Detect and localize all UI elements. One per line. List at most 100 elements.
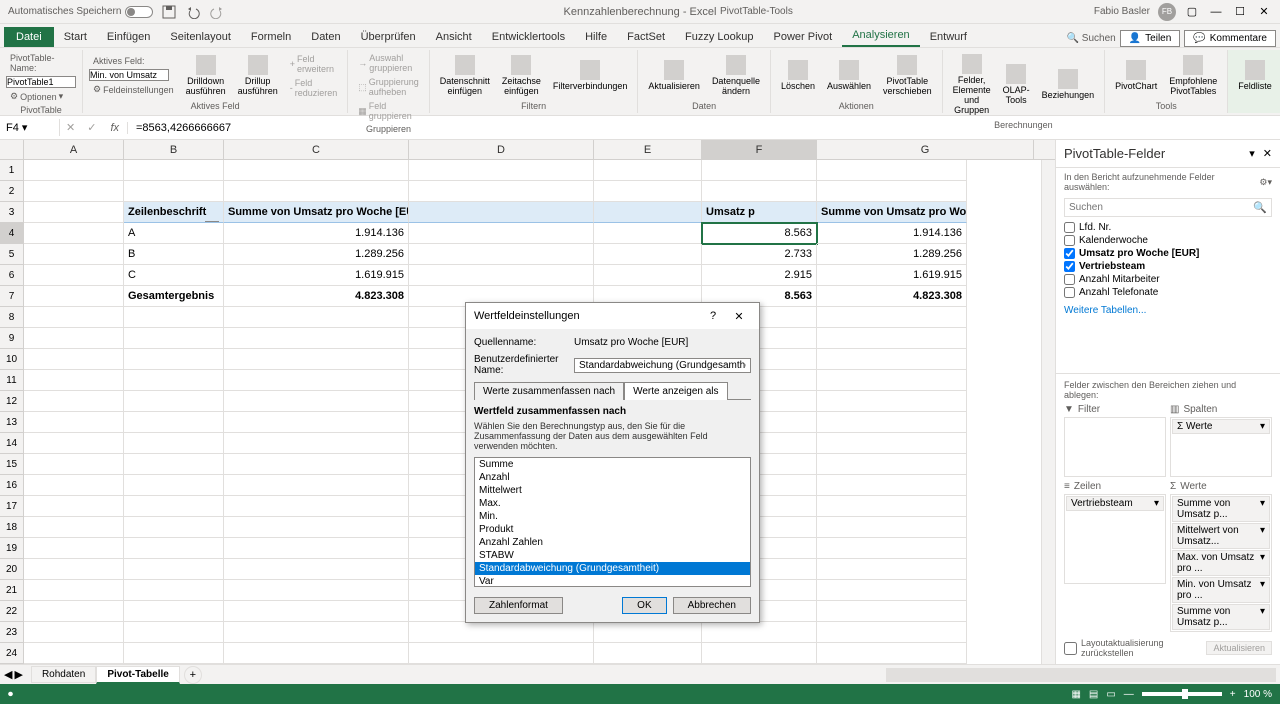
- cell[interactable]: [224, 349, 409, 370]
- cell[interactable]: [24, 559, 124, 580]
- fx-button[interactable]: fx: [102, 122, 128, 134]
- cell[interactable]: [817, 538, 967, 559]
- cell[interactable]: [409, 223, 594, 244]
- row-header[interactable]: 21: [0, 580, 24, 601]
- calculation-option[interactable]: Anzahl: [475, 471, 750, 484]
- values-area-item[interactable]: Mittelwert von Umsatz...▾: [1172, 523, 1270, 549]
- row-header[interactable]: 22: [0, 601, 24, 622]
- filter-connections-button[interactable]: Filterverbindungen: [549, 52, 632, 99]
- clear-button[interactable]: Löschen: [777, 52, 819, 99]
- cell[interactable]: [594, 622, 702, 643]
- cell[interactable]: [124, 496, 224, 517]
- tab-view[interactable]: Ansicht: [426, 27, 482, 47]
- cell[interactable]: [124, 370, 224, 391]
- group-selection-button[interactable]: → Auswahl gruppieren: [354, 52, 423, 74]
- calculation-option[interactable]: STABW: [475, 549, 750, 562]
- col-header-a[interactable]: A: [24, 140, 124, 159]
- cell[interactable]: [224, 601, 409, 622]
- cell[interactable]: [702, 643, 817, 664]
- field-item[interactable]: Lfd. Nr.: [1064, 221, 1272, 234]
- cell[interactable]: [594, 223, 702, 244]
- values-area-item[interactable]: Max. von Umsatz pro ...▾: [1172, 550, 1270, 576]
- cell[interactable]: [224, 475, 409, 496]
- cell[interactable]: 4.823.308: [817, 286, 967, 307]
- field-item[interactable]: Kalenderwoche: [1064, 234, 1272, 247]
- tab-developer[interactable]: Entwicklertools: [482, 27, 575, 47]
- cell[interactable]: [24, 244, 124, 265]
- cell[interactable]: [224, 622, 409, 643]
- cell[interactable]: [817, 433, 967, 454]
- cell[interactable]: [124, 538, 224, 559]
- cell[interactable]: [224, 496, 409, 517]
- update-button[interactable]: Aktualisieren: [1206, 641, 1272, 655]
- redo-icon[interactable]: [209, 4, 225, 20]
- cell[interactable]: [224, 454, 409, 475]
- custom-name-input[interactable]: [574, 358, 751, 373]
- values-area[interactable]: Summe von Umsatz p...▾Mittelwert von Ums…: [1170, 494, 1272, 632]
- cell[interactable]: [409, 622, 594, 643]
- cell[interactable]: [224, 559, 409, 580]
- select-button[interactable]: Auswählen: [823, 52, 875, 99]
- field-checkbox[interactable]: [1064, 248, 1075, 259]
- row-header[interactable]: 8: [0, 307, 24, 328]
- col-header-g[interactable]: G: [817, 140, 1034, 159]
- cell[interactable]: Summe von Umsatz pro Woche [EU: [817, 202, 967, 223]
- share-button[interactable]: 👤 Teilen: [1120, 30, 1181, 47]
- cell[interactable]: [224, 433, 409, 454]
- cell[interactable]: [124, 349, 224, 370]
- cell[interactable]: [817, 622, 967, 643]
- undo-icon[interactable]: [185, 4, 201, 20]
- drillup-button[interactable]: Drillup ausführen: [234, 52, 282, 99]
- zoom-in-button[interactable]: +: [1230, 689, 1236, 700]
- cell[interactable]: Summe von Umsatz pro Woche [EUR]: [224, 202, 409, 223]
- zoom-slider[interactable]: [1142, 692, 1222, 696]
- calculation-option[interactable]: Max.: [475, 497, 750, 510]
- row-header[interactable]: 5: [0, 244, 24, 265]
- cell[interactable]: [124, 580, 224, 601]
- autosave-toggle[interactable]: Automatisches Speichern: [8, 6, 153, 18]
- row-header[interactable]: 13: [0, 412, 24, 433]
- comments-button[interactable]: 💬 Kommentare: [1184, 30, 1276, 47]
- cell[interactable]: [224, 328, 409, 349]
- col-header-b[interactable]: B: [124, 140, 224, 159]
- name-box[interactable]: F4 ▾: [0, 119, 60, 136]
- cell[interactable]: A: [124, 223, 224, 244]
- cell[interactable]: [24, 517, 124, 538]
- cell[interactable]: [24, 433, 124, 454]
- cell[interactable]: [817, 307, 967, 328]
- cell[interactable]: [817, 391, 967, 412]
- cell[interactable]: [24, 580, 124, 601]
- tab-fuzzy[interactable]: Fuzzy Lookup: [675, 27, 763, 47]
- field-search-input[interactable]: [1065, 199, 1249, 216]
- cancel-button[interactable]: Abbrechen: [673, 597, 751, 614]
- cell[interactable]: [409, 643, 594, 664]
- field-pane-dropdown-icon[interactable]: ▾: [1249, 147, 1255, 160]
- calculation-option[interactable]: Summe: [475, 458, 750, 471]
- cell[interactable]: [124, 517, 224, 538]
- cell[interactable]: [409, 160, 594, 181]
- dialog-help-button[interactable]: ?: [701, 306, 725, 326]
- number-format-button[interactable]: Zahlenformat: [474, 597, 563, 614]
- cell[interactable]: [24, 328, 124, 349]
- row-header[interactable]: 15: [0, 454, 24, 475]
- more-tables-link[interactable]: Weitere Tabellen...: [1056, 301, 1280, 320]
- calculation-option[interactable]: Anzahl Zahlen: [475, 536, 750, 549]
- tab-data[interactable]: Daten: [301, 27, 350, 47]
- zoom-level[interactable]: 100 %: [1244, 689, 1272, 700]
- cell[interactable]: [817, 349, 967, 370]
- cell[interactable]: [24, 265, 124, 286]
- cell[interactable]: 1.289.256: [224, 244, 409, 265]
- row-header[interactable]: 17: [0, 496, 24, 517]
- sheet-tab-pivot[interactable]: Pivot-Tabelle: [96, 666, 180, 684]
- columns-area[interactable]: Σ Werte▾: [1170, 417, 1272, 477]
- row-header[interactable]: 6: [0, 265, 24, 286]
- expand-field-button[interactable]: + Feld erweitern: [286, 53, 342, 75]
- cell[interactable]: [24, 391, 124, 412]
- cell[interactable]: [224, 580, 409, 601]
- cell[interactable]: [224, 181, 409, 202]
- cell[interactable]: [817, 328, 967, 349]
- horizontal-scrollbar[interactable]: [886, 668, 1276, 682]
- cell[interactable]: [24, 160, 124, 181]
- row-header[interactable]: 10: [0, 349, 24, 370]
- cell[interactable]: [817, 601, 967, 622]
